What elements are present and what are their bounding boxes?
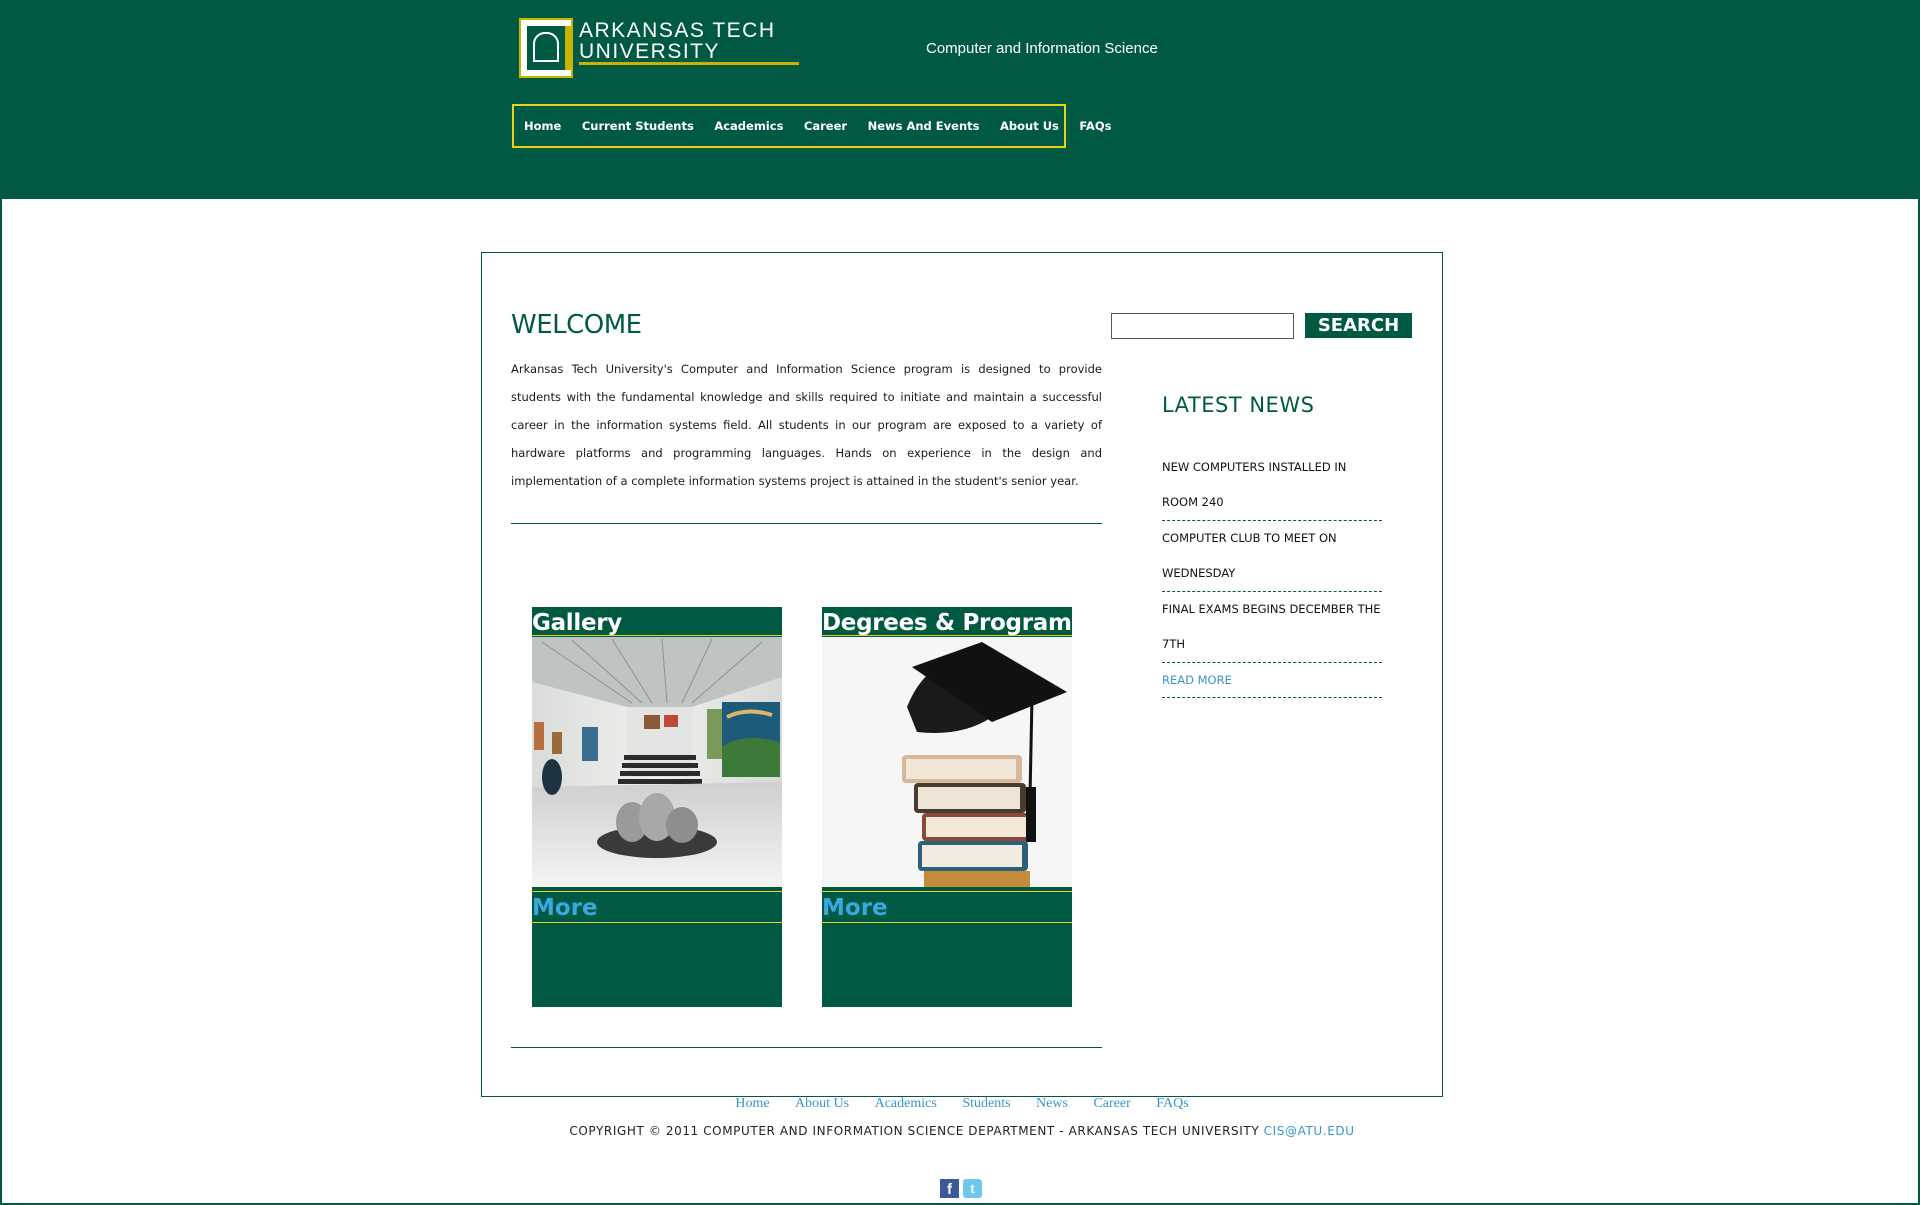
nav-home[interactable]: Home xyxy=(524,119,561,133)
degrees-card: Degrees & Programs More xyxy=(822,607,1085,1007)
gallery-card: Gallery More xyxy=(532,607,782,1007)
site-header: ARKANSAS TECH UNIVERSITY Computer and In… xyxy=(2,0,1920,199)
gallery-image[interactable] xyxy=(532,637,782,887)
gallery-more-link[interactable]: More xyxy=(532,891,782,923)
divider xyxy=(511,523,1102,524)
university-logo[interactable]: ARKANSAS TECH UNIVERSITY xyxy=(519,18,802,80)
footer-link-academics[interactable]: Academics xyxy=(875,1096,937,1111)
nav-about-us[interactable]: About Us xyxy=(1000,119,1059,133)
latest-news-heading: LATEST NEWS xyxy=(1162,393,1315,417)
nav-academics[interactable]: Academics xyxy=(714,119,783,133)
footer-nav: Home About Us Academics Students News Ca… xyxy=(2,1096,1920,1112)
contact-email-link[interactable]: CIS@ATU.EDU xyxy=(1264,1124,1355,1138)
footer-link-home[interactable]: Home xyxy=(735,1096,769,1111)
footer-link-faqs[interactable]: FAQs xyxy=(1156,1096,1188,1111)
nav-faqs[interactable]: FAQs xyxy=(1079,119,1111,133)
logo-underline xyxy=(579,62,799,65)
read-more-link[interactable]: READ MORE xyxy=(1162,663,1382,698)
news-item[interactable]: NEW COMPUTERS INSTALLED IN ROOM 240 xyxy=(1162,450,1382,521)
copyright: COPYRIGHT © 2011 COMPUTER AND INFORMATIO… xyxy=(2,1124,1920,1138)
page-title: WELCOME xyxy=(511,310,642,340)
university-seal-icon xyxy=(519,18,573,78)
degrees-more-link[interactable]: More xyxy=(822,891,1072,923)
footer-link-students[interactable]: Students xyxy=(962,1096,1010,1111)
intro-paragraph: Arkansas Tech University's Computer and … xyxy=(511,362,1102,488)
social-links: f t xyxy=(940,1179,982,1198)
degrees-image[interactable] xyxy=(822,637,1072,887)
logo-line1: ARKANSAS TECH xyxy=(579,19,776,42)
degrees-title[interactable]: Degrees & Programs xyxy=(822,607,1085,636)
footer-link-news[interactable]: News xyxy=(1036,1096,1068,1111)
footer-link-career[interactable]: Career xyxy=(1093,1096,1130,1111)
logo-line2: UNIVERSITY xyxy=(579,40,721,63)
department-name: Computer and Information Science xyxy=(926,40,1158,57)
copyright-text: COPYRIGHT © 2011 COMPUTER AND INFORMATIO… xyxy=(569,1124,1260,1138)
search-button[interactable]: SEARCH xyxy=(1305,313,1412,338)
main-nav: Home Current Students Academics Career N… xyxy=(512,104,1111,148)
twitter-icon[interactable]: t xyxy=(963,1179,982,1198)
facebook-icon[interactable]: f xyxy=(940,1179,959,1198)
nav-career[interactable]: Career xyxy=(804,119,847,133)
news-item[interactable]: FINAL EXAMS BEGINS DECEMBER THE 7TH xyxy=(1162,592,1382,663)
footer-link-about-us[interactable]: About Us xyxy=(795,1096,849,1111)
news-list: NEW COMPUTERS INSTALLED IN ROOM 240 COMP… xyxy=(1162,450,1382,698)
gallery-title[interactable]: Gallery xyxy=(532,607,782,636)
news-item[interactable]: COMPUTER CLUB TO MEET ON WEDNESDAY xyxy=(1162,521,1382,592)
nav-current-students[interactable]: Current Students xyxy=(582,119,694,133)
nav-news-and-events[interactable]: News And Events xyxy=(868,119,980,133)
search-input[interactable] xyxy=(1111,313,1294,339)
divider xyxy=(511,1047,1102,1048)
logo-wordmark: ARKANSAS TECH UNIVERSITY xyxy=(579,20,776,62)
